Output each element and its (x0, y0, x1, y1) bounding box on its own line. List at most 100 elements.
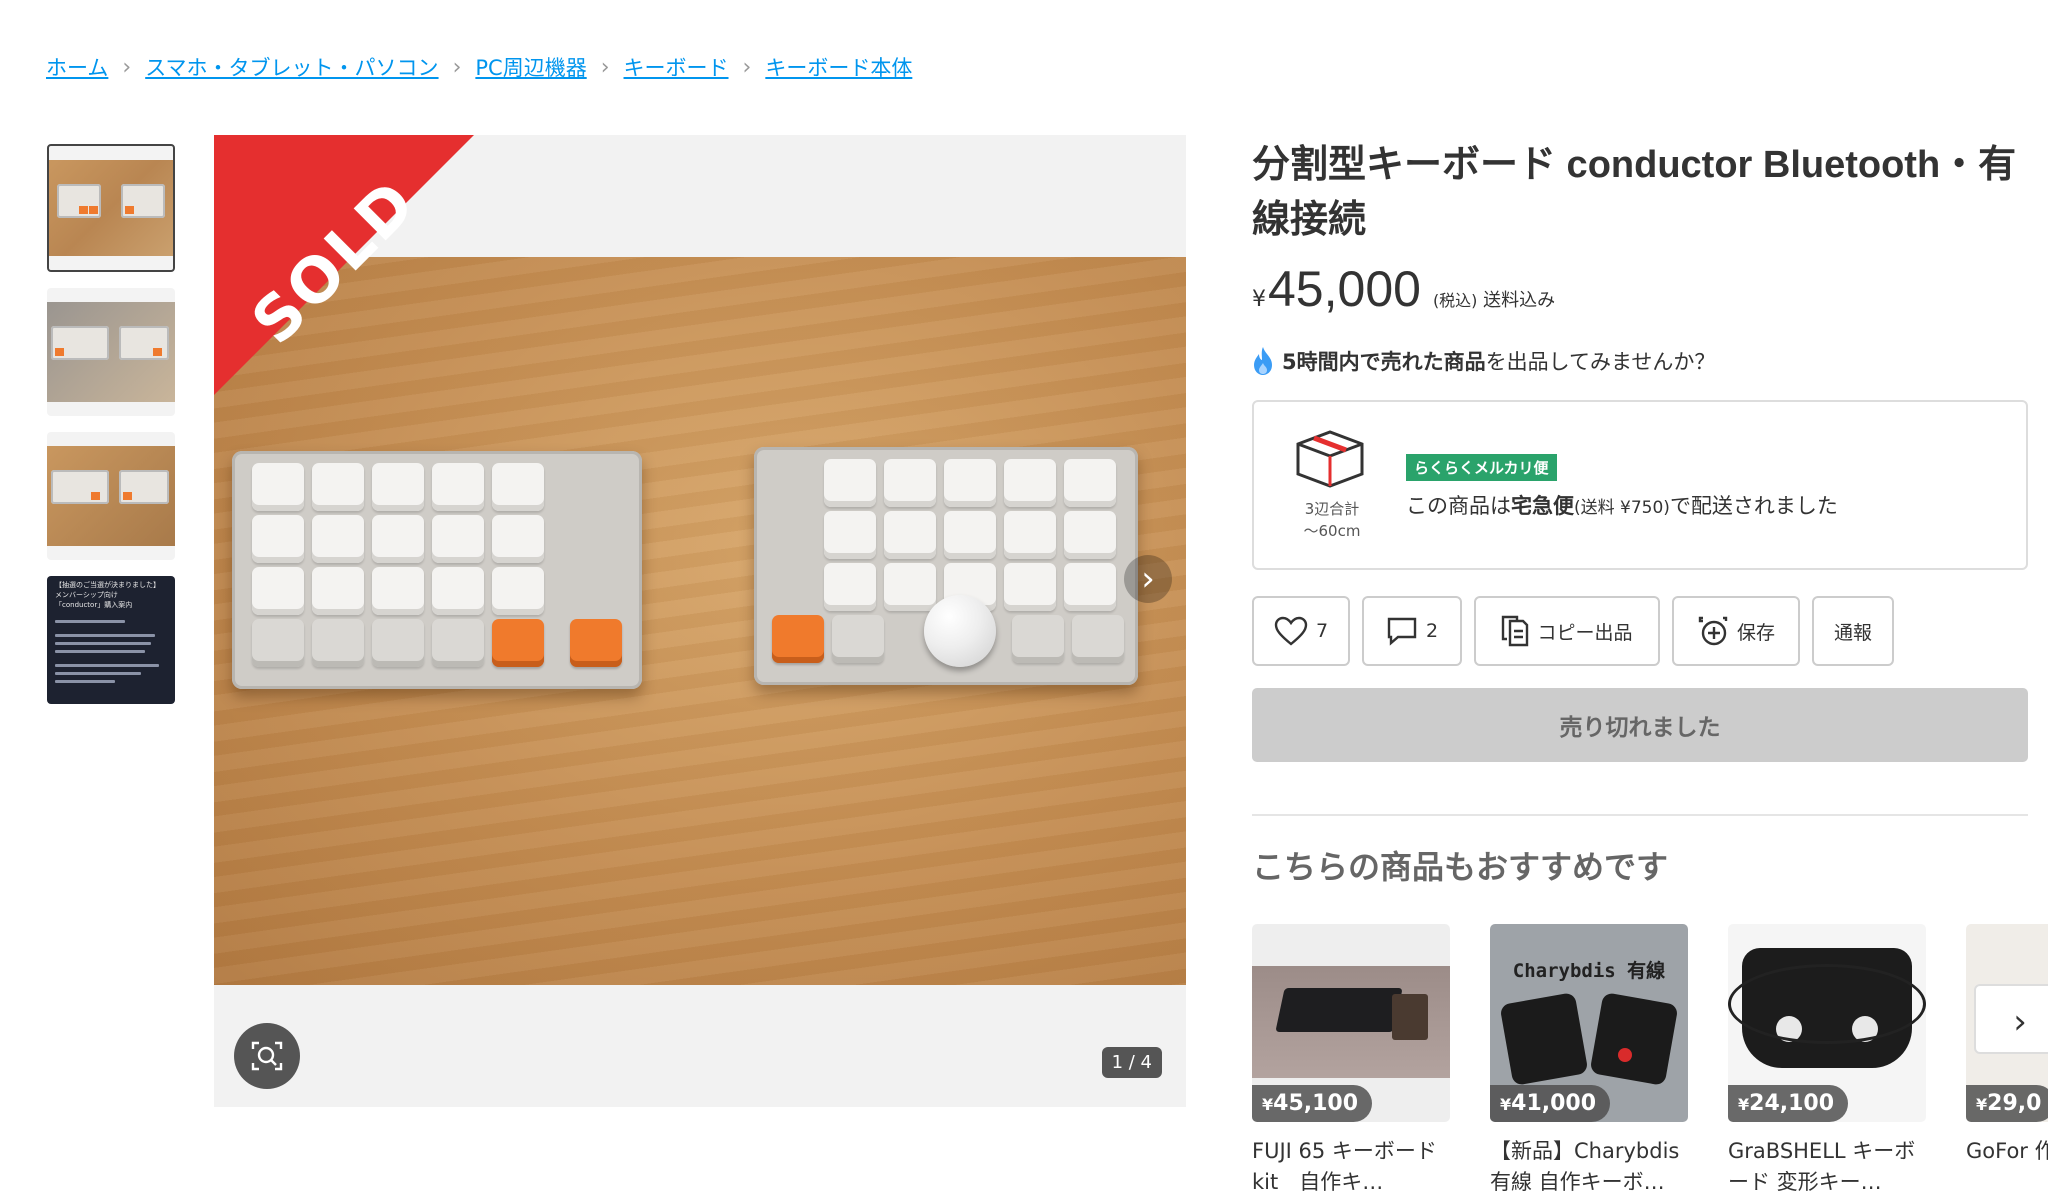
doc-line-1: 【抽選のご当選が決まりました】 (55, 581, 160, 589)
sold-out-button[interactable]: 売り切れました (1252, 688, 2028, 762)
price-row: ¥ 45,000 (税込) 送料込み (1252, 260, 2028, 318)
keycap (1004, 563, 1056, 611)
trackball (924, 595, 996, 667)
keycap (252, 619, 304, 667)
keycap (312, 619, 364, 667)
recommend-next-button[interactable]: › (2000, 1000, 2040, 1044)
doc-line-2: メンバーシップ向け (55, 591, 118, 599)
zoom-button[interactable] (234, 1023, 300, 1089)
sell-prompt-text: を出品してみませんか？ (1485, 350, 1716, 374)
main-product-image[interactable]: SOLD › 1 / 4 (214, 135, 1186, 1107)
package-size: 3辺合計 〜60cm (1282, 498, 1382, 542)
shipping-text-pre: この商品は (1406, 494, 1511, 518)
keycap (372, 619, 424, 667)
recommend-item[interactable]: ¥24,100 GraBSHELL キーボード 変形キー… (1728, 924, 1926, 1198)
keycap (252, 463, 304, 511)
thumbnail-4[interactable]: 【抽選のご当選が決まりました】 メンバーシップ向け 「conductor」購入案… (47, 576, 175, 704)
thumbnail-1[interactable] (47, 144, 175, 272)
keycap (832, 615, 884, 663)
recommend-item-image: Charybdis 有線 ¥41,000 (1490, 924, 1688, 1122)
keycap (1072, 615, 1124, 663)
copy-listing-label: コピー出品 (1537, 621, 1633, 644)
thumbnail-photo (47, 302, 175, 402)
shipping-description: この商品は宅急便(送料 ¥750)で配送されました (1406, 490, 1838, 520)
recommend-item-image: ¥24,100 (1728, 924, 1926, 1122)
keycap (312, 515, 364, 563)
keycap (1004, 459, 1056, 507)
sell-prompt[interactable]: 5時間内で売れた商品 を出品してみませんか？ (1252, 346, 2028, 376)
product-title: 分割型キーボード conductor Bluetooth・有線接続 (1252, 144, 2017, 241)
keycap (312, 463, 364, 511)
recommend-item-image: ¥45,100 (1252, 924, 1450, 1122)
keycap (252, 515, 304, 563)
keycap (432, 515, 484, 563)
keycap (372, 515, 424, 563)
product-photo (214, 257, 1186, 985)
copy-listing-button[interactable]: コピー出品 (1474, 596, 1660, 666)
breadcrumb-smartphone-tablet-pc[interactable]: スマホ・タブレット・パソコン (145, 52, 438, 82)
heart-icon (1274, 616, 1308, 646)
recommend-title: こちらの商品もおすすめです (1252, 849, 1669, 885)
keycap (884, 511, 936, 559)
keycap (1064, 459, 1116, 507)
product-price: 45,000 (1268, 261, 1421, 317)
recommend-list: ¥45,100 FUJI 65 キーボード kit 自作キ… Charybdis… (1252, 924, 2048, 1198)
recommend-item[interactable]: Charybdis 有線 ¥41,000 【新品】Charybdis 有線 自作… (1490, 924, 1688, 1198)
keycap (570, 619, 622, 667)
recommend-item-name: 【新品】Charybdis 有線 自作キーボ… (1490, 1139, 1680, 1194)
action-buttons: 7 2 コピー出品 保存 通報 (1252, 596, 2028, 666)
chevron-right-icon: › (2013, 1002, 2027, 1042)
comment-count: 2 (1425, 620, 1439, 642)
like-count: 7 (1315, 620, 1329, 642)
chevron-right-icon: › (742, 54, 752, 80)
image-counter: 1 / 4 (1101, 1047, 1162, 1078)
keycap (372, 567, 424, 615)
product-info: 分割型キーボード conductor Bluetooth・有線接続 ¥ 45,0… (1252, 138, 2048, 1198)
breadcrumb-pc-peripherals[interactable]: PC周辺機器 (475, 52, 586, 82)
next-image-button[interactable]: › (1124, 555, 1172, 603)
keyboard-left-half (232, 451, 642, 689)
keycap (944, 511, 996, 559)
keycap (432, 619, 484, 667)
recommend-item-name: GraBSHELL キーボード 変形キー… (1728, 1139, 1916, 1194)
report-button[interactable]: 通報 (1812, 596, 1894, 666)
thumbnail-3[interactable] (47, 432, 175, 560)
recommend-price: ¥45,100 (1252, 1085, 1373, 1122)
breadcrumb-home[interactable]: ホーム (46, 52, 108, 82)
section-divider (1252, 814, 2028, 816)
chevron-right-icon: › (1141, 559, 1155, 599)
recommend-price: ¥29,0 (1966, 1085, 2048, 1122)
keycap (1064, 563, 1116, 611)
thumbnail-photo (47, 446, 175, 546)
recommend-item[interactable]: ¥45,100 FUJI 65 キーボード kit 自作キ… (1252, 924, 1450, 1198)
keycap (824, 511, 876, 559)
thumbnail-photo (49, 160, 173, 256)
thumbnail-2[interactable] (47, 288, 175, 416)
shipping-text-post: で配送されました (1669, 494, 1838, 518)
save-button[interactable]: 保存 (1672, 596, 1800, 666)
breadcrumb-keyboard-body[interactable]: キーボード本体 (765, 52, 912, 82)
zoom-search-icon (251, 1041, 283, 1071)
keycap (772, 615, 824, 663)
keycap (1004, 511, 1056, 559)
shipping-included: 送料込み (1483, 290, 1556, 311)
recommend-price: ¥41,000 (1490, 1085, 1611, 1122)
recommend-price: ¥24,100 (1728, 1085, 1849, 1122)
breadcrumb-keyboard[interactable]: キーボード (624, 52, 729, 82)
shipping-info-box: 3辺合計 〜60cm らくらくメルカリ便 この商品は宅急便(送料 ¥750)で配… (1252, 400, 2028, 570)
keycap (1012, 615, 1064, 663)
keyboard-right-half (754, 447, 1138, 685)
keycap (372, 463, 424, 511)
keycap (824, 459, 876, 507)
like-button[interactable]: 7 (1252, 596, 1350, 666)
copy-document-icon (1502, 615, 1529, 647)
doc-line-3: 「conductor」購入案内 (55, 601, 133, 609)
chevron-right-icon: › (122, 54, 132, 80)
package-size-value: 〜60cm (1303, 522, 1361, 540)
save-label: 保存 (1736, 621, 1775, 644)
comment-button[interactable]: 2 (1362, 596, 1462, 666)
breadcrumb: ホーム › スマホ・タブレット・パソコン › PC周辺機器 › キーボード › … (46, 52, 912, 82)
sell-prompt-bold: 5時間内で売れた商品 (1282, 350, 1486, 374)
recommend-item[interactable]: ¥29,0 GoFor 作キー… (1966, 924, 2048, 1198)
save-plus-icon (1698, 616, 1728, 646)
